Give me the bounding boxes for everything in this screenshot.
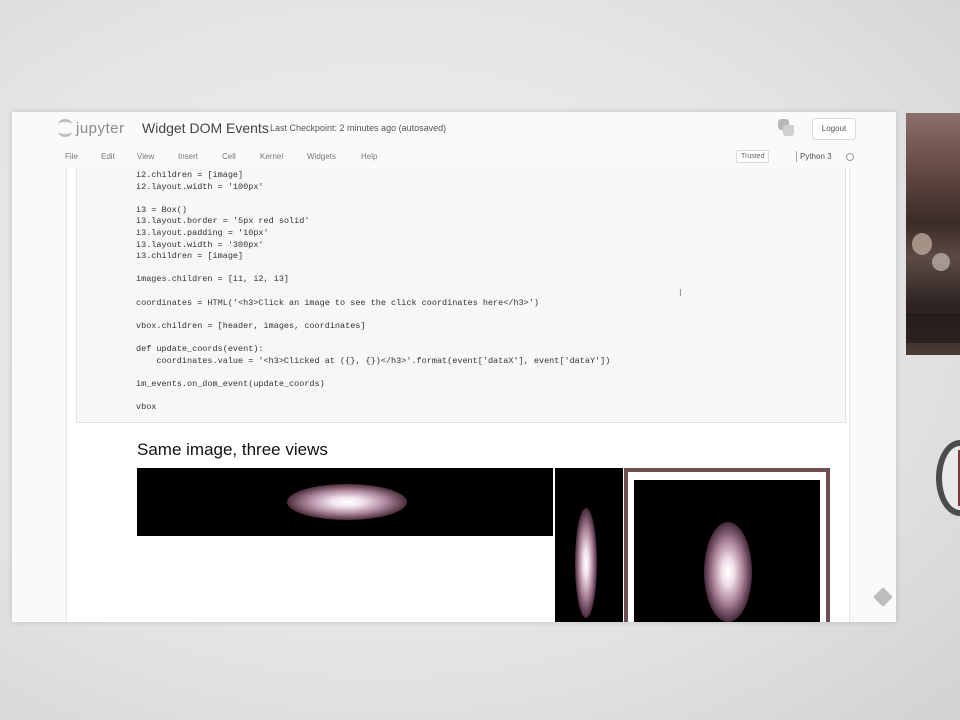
image-view-bordered[interactable]	[624, 468, 830, 622]
notebook-title[interactable]: Widget DOM Events	[142, 120, 269, 136]
notebook-header: jupyter Widget DOM Events Last Checkpoin…	[12, 112, 896, 146]
browser-screen: jupyter Widget DOM Events Last Checkpoin…	[12, 112, 896, 622]
autosave-text: (autosaved)	[398, 123, 447, 133]
menu-edit[interactable]: Edit	[101, 152, 115, 161]
python-icon	[776, 118, 796, 138]
menu-cell[interactable]: Cell	[222, 152, 236, 161]
text-cursor-icon: I	[679, 288, 682, 299]
checkpoint-text: Last Checkpoint: 2 minutes ago	[270, 123, 397, 133]
jupyter-logo[interactable]: jupyter	[58, 119, 125, 137]
jupyter-logo-icon	[58, 119, 72, 137]
logout-button[interactable]: Logout	[812, 118, 856, 140]
menu-insert[interactable]: Insert	[178, 152, 198, 161]
menu-kernel[interactable]: Kernel	[260, 152, 283, 161]
gaussian-blob	[287, 484, 407, 520]
kernel-separator	[796, 151, 797, 162]
image-canvas	[634, 480, 820, 622]
menu-widgets[interactable]: Widgets	[307, 152, 336, 161]
kernel-status-icon	[846, 153, 854, 161]
gaussian-blob	[575, 508, 597, 618]
jupyter-logo-text: jupyter	[76, 119, 125, 137]
gaussian-blob	[704, 522, 752, 622]
menu-file[interactable]: File	[65, 152, 78, 161]
code-editor[interactable]: i2.children = [image] i2.layout.width = …	[136, 170, 610, 413]
background-photo	[906, 113, 960, 355]
output-heading: Same image, three views	[137, 440, 328, 459]
background-wheel-decoration	[936, 440, 960, 516]
checkpoint-status: Last Checkpoint: 2 minutes ago (autosave…	[270, 123, 446, 133]
kernel-name[interactable]: Python 3	[800, 152, 832, 161]
menu-help[interactable]: Help	[361, 152, 377, 161]
trusted-indicator[interactable]: Trusted	[736, 150, 770, 163]
image-view-stretched[interactable]	[137, 468, 553, 536]
image-view-narrow[interactable]	[555, 468, 623, 622]
menu-view[interactable]: View	[137, 152, 154, 161]
